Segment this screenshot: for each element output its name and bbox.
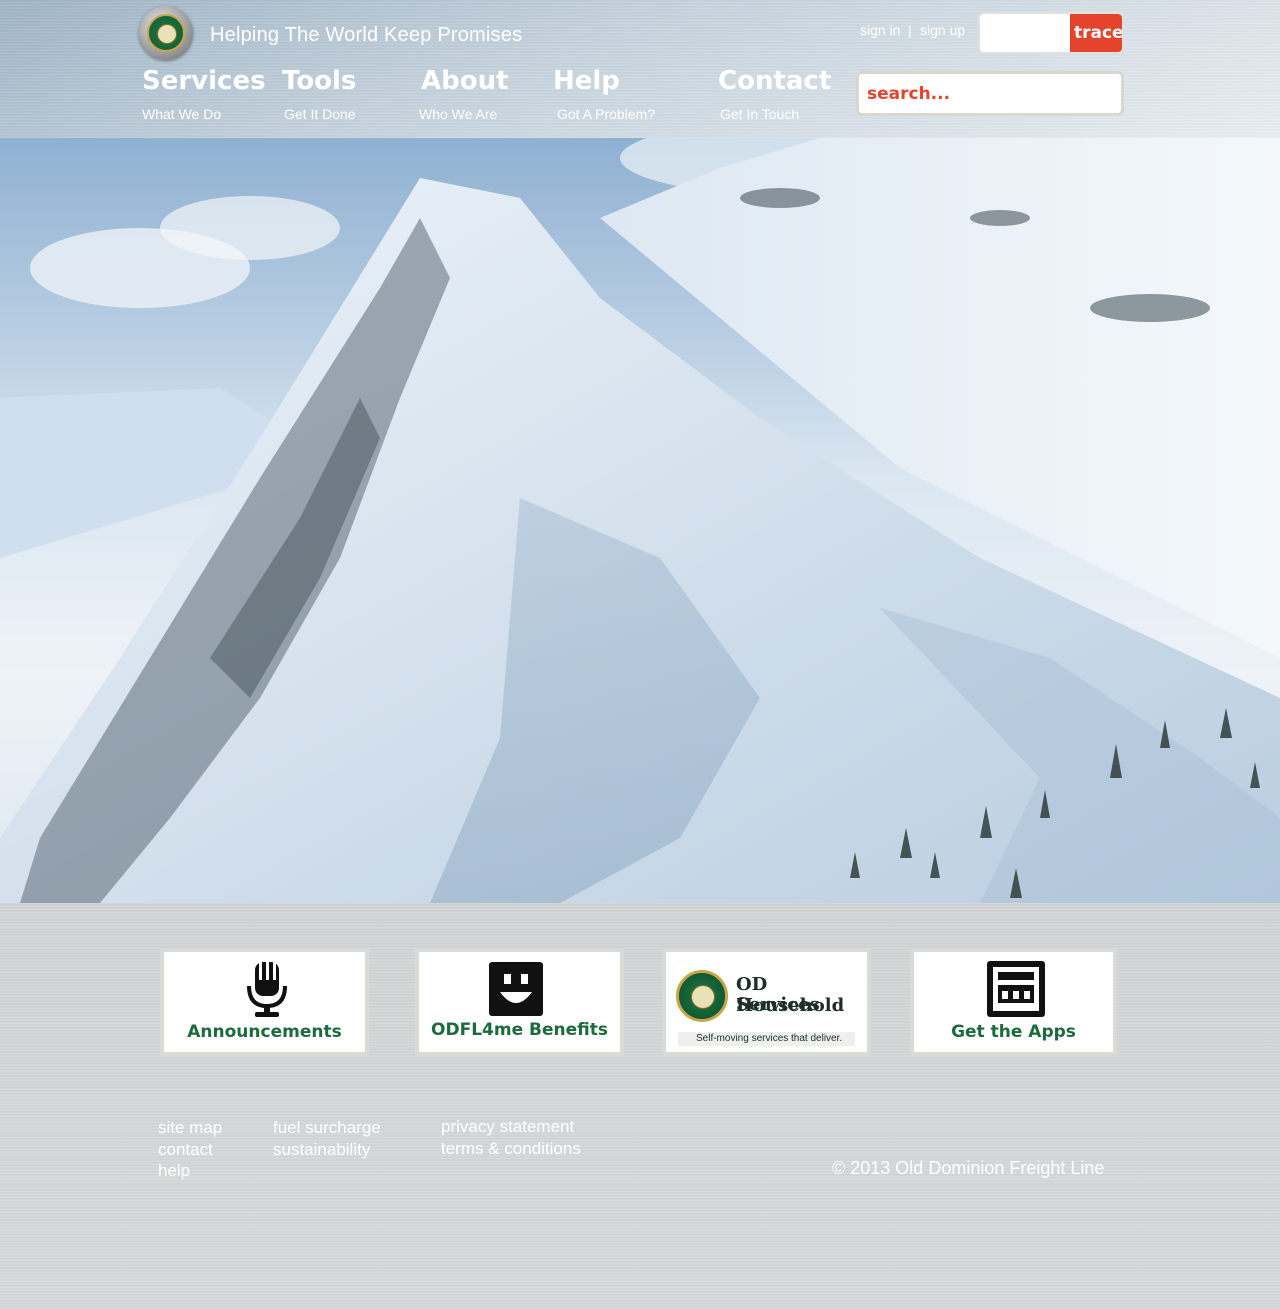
get-the-apps-label: Get the Apps bbox=[951, 1022, 1076, 1042]
nav-contact-sub[interactable]: Get In Touch bbox=[720, 106, 799, 122]
company-logo[interactable] bbox=[139, 6, 193, 60]
mountain-illustration bbox=[0, 138, 1280, 903]
footer-privacy-link[interactable]: privacy statement bbox=[441, 1116, 574, 1137]
sign-in-link[interactable]: sign in bbox=[860, 22, 900, 38]
nav-contact[interactable]: Contact bbox=[718, 66, 831, 96]
nav-help[interactable]: Help bbox=[553, 66, 620, 96]
nav-services-sub[interactable]: What We Do bbox=[142, 106, 221, 122]
nav-tools-sub[interactable]: Get It Done bbox=[284, 106, 356, 122]
nav-about-sub[interactable]: Who We Are bbox=[419, 106, 497, 122]
announcements-label: Announcements bbox=[187, 1022, 342, 1042]
od-household-title-2: Services bbox=[736, 994, 820, 1015]
footer-site-map-link[interactable]: site map bbox=[158, 1117, 222, 1138]
nav-help-sub[interactable]: Got A Problem? bbox=[557, 106, 655, 122]
smiley-icon bbox=[489, 962, 543, 1016]
footer-fuel-surcharge-link[interactable]: fuel surcharge bbox=[273, 1117, 381, 1138]
microphone-icon bbox=[247, 962, 287, 1017]
sign-up-link[interactable]: sign up bbox=[920, 22, 965, 38]
trace-input[interactable] bbox=[980, 14, 1076, 52]
nav-about[interactable]: About bbox=[421, 66, 509, 96]
trace-form: trace bbox=[978, 12, 1124, 54]
nav-services[interactable]: Services bbox=[142, 66, 266, 96]
get-the-apps-card[interactable]: Get the Apps bbox=[910, 948, 1117, 1056]
nav-tools[interactable]: Tools bbox=[282, 66, 356, 96]
od-logo-icon bbox=[676, 970, 728, 1022]
footer-terms-link[interactable]: terms & conditions bbox=[441, 1138, 581, 1159]
copyright: © 2013 Old Dominion Freight Line bbox=[832, 1158, 1105, 1178]
odfl4me-benefits-label: ODFL4me Benefits bbox=[431, 1020, 608, 1040]
od-household-services-card[interactable]: OD Household Services Self-moving servic… bbox=[662, 948, 871, 1056]
trace-button[interactable]: trace bbox=[1070, 14, 1122, 52]
odfl4me-benefits-card[interactable]: ODFL4me Benefits bbox=[415, 948, 624, 1056]
header: Helping The World Keep Promises sign in … bbox=[0, 0, 1280, 138]
auth-separator: | bbox=[908, 22, 912, 38]
tagline: Helping The World Keep Promises bbox=[210, 24, 523, 46]
footer-sustainability-link[interactable]: sustainability bbox=[273, 1139, 370, 1160]
footer-contact-link[interactable]: contact bbox=[158, 1139, 213, 1160]
app-window-icon bbox=[987, 961, 1045, 1017]
announcements-card[interactable]: Announcements bbox=[160, 948, 369, 1056]
footer-help-link[interactable]: help bbox=[158, 1160, 190, 1181]
search-input[interactable] bbox=[859, 74, 1121, 113]
od-logo-icon bbox=[147, 14, 185, 52]
od-household-tagline: Self-moving services that deliver. bbox=[696, 1033, 843, 1044]
search-box bbox=[856, 71, 1124, 116]
hero-image bbox=[0, 138, 1280, 903]
